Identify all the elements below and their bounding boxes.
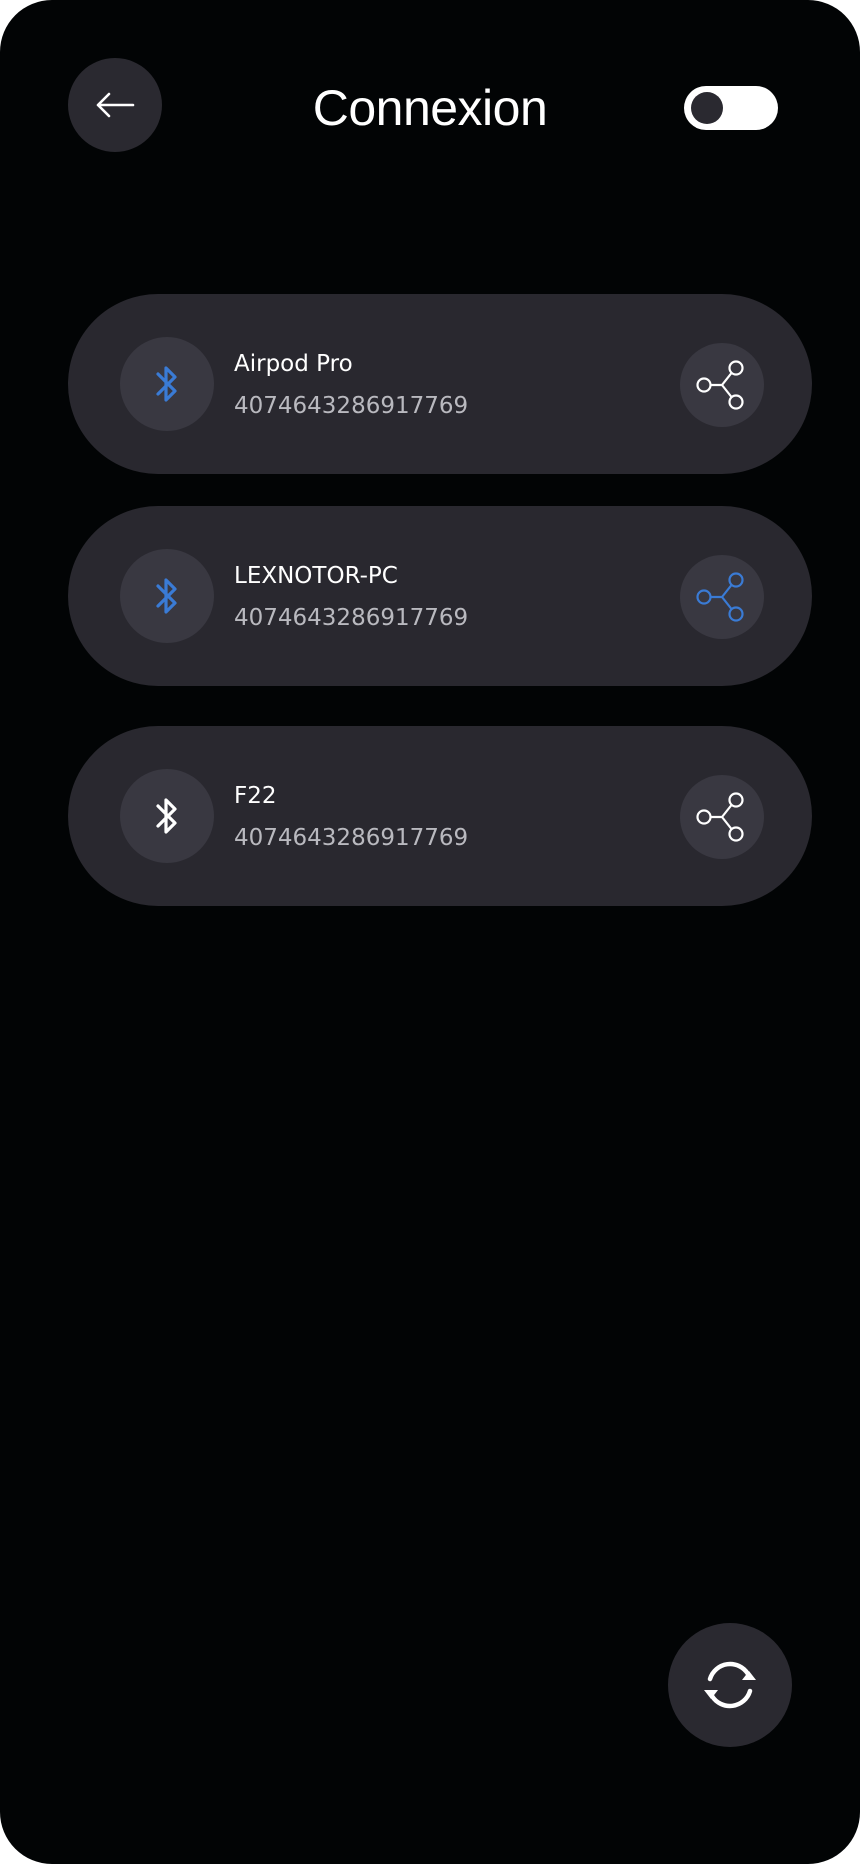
share-icon (696, 360, 744, 410)
bluetooth-badge (120, 769, 214, 863)
device-name: LEXNOTOR-PC (234, 563, 398, 589)
connection-toggle[interactable] (684, 86, 778, 130)
share-icon (696, 572, 744, 622)
share-icon (696, 792, 744, 842)
bluetooth-glyph (156, 578, 177, 614)
device-card-f22[interactable]: F22 4074643286917769 (68, 726, 812, 906)
bluetooth-glyph (156, 366, 177, 402)
device-name: F22 (234, 783, 277, 809)
device-name: Airpod Pro (234, 351, 353, 377)
bluetooth-glyph (156, 798, 177, 834)
refresh-icon (704, 1661, 756, 1709)
device-card-lexnotor-pc[interactable]: LEXNOTOR-PC 4074643286917769 (68, 506, 812, 686)
toggle-knob (691, 92, 723, 124)
bluetooth-icon (156, 578, 177, 614)
share-button[interactable] (680, 555, 764, 639)
device-card-airpod-pro[interactable]: Airpod Pro 4074643286917769 (68, 294, 812, 474)
device-id: 4074643286917769 (234, 605, 469, 631)
share-button[interactable] (680, 343, 764, 427)
bluetooth-icon (156, 366, 177, 402)
connexion-screen: Connexion Airpod Pro 4074643286917769 LE… (0, 0, 860, 1864)
share-button[interactable] (680, 775, 764, 859)
bluetooth-badge (120, 337, 214, 431)
device-id: 4074643286917769 (234, 393, 469, 419)
bluetooth-badge (120, 549, 214, 643)
refresh-button[interactable] (668, 1623, 792, 1747)
bluetooth-icon (156, 798, 177, 834)
device-id: 4074643286917769 (234, 825, 469, 851)
